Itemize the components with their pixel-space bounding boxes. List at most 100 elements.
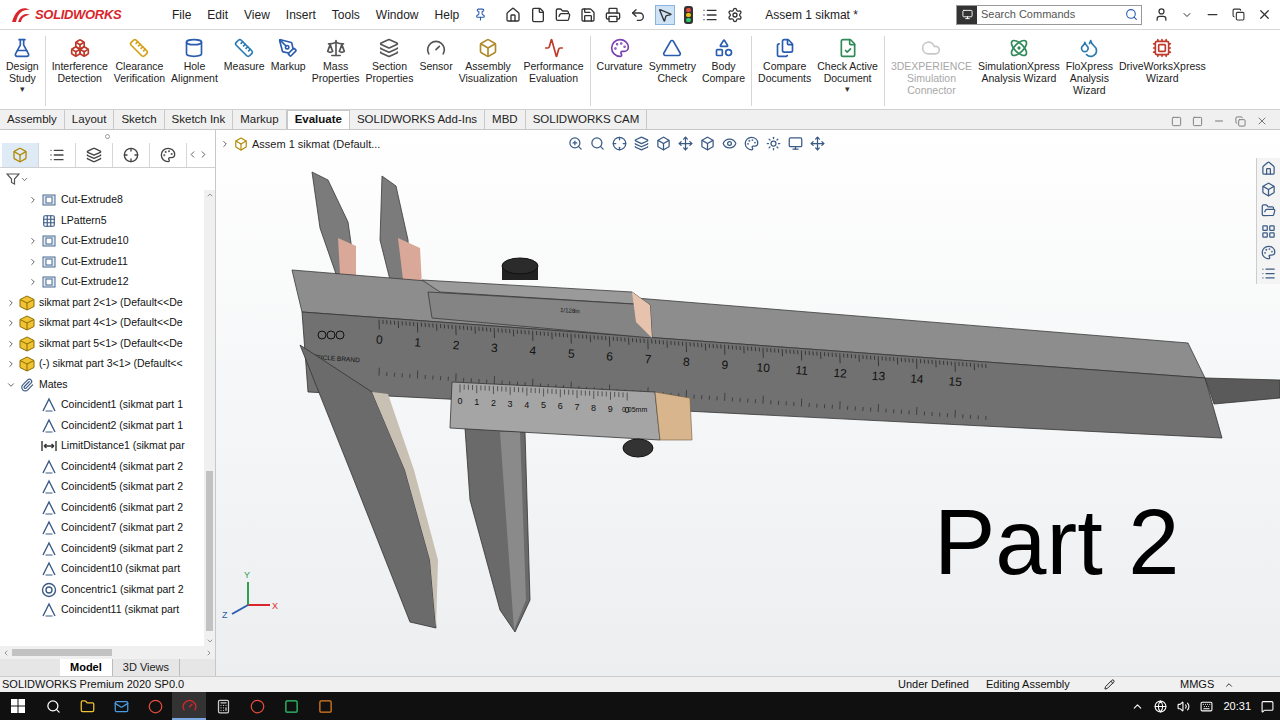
menu-item[interactable]: Help bbox=[428, 6, 467, 24]
ribbon-button[interactable]: Measure bbox=[221, 36, 268, 72]
taskbar-app-icon[interactable] bbox=[70, 692, 104, 720]
clock[interactable]: 20:31 bbox=[1223, 698, 1251, 715]
search-icon[interactable] bbox=[1122, 8, 1141, 21]
start-button[interactable] bbox=[0, 699, 36, 713]
menu-item[interactable]: Insert bbox=[279, 6, 323, 24]
view-tool-icon[interactable] bbox=[700, 136, 715, 151]
menu-item[interactable]: Edit bbox=[200, 6, 235, 24]
task-pane-icon[interactable] bbox=[1261, 161, 1276, 176]
pin-icon[interactable] bbox=[474, 8, 487, 21]
panel-tab-icon[interactable] bbox=[39, 143, 76, 167]
tree-item[interactable]: Coincident4 (sikmat part 2 bbox=[0, 457, 204, 478]
tree-item[interactable]: Coincident7 (sikmat part 2 bbox=[0, 518, 204, 539]
tree-item[interactable]: Concentric1 (sikmat part 2 bbox=[0, 580, 204, 601]
volume-icon[interactable] bbox=[1177, 700, 1190, 713]
taskbar-app-icon[interactable] bbox=[308, 692, 342, 720]
graphics-area[interactable]: 0123456789101112131415TRICLE BRAND1/128i… bbox=[216, 130, 1280, 676]
tree-item[interactable]: (-) sikmat part 3<1> (Default<< bbox=[0, 354, 204, 375]
menu-item[interactable]: View bbox=[237, 6, 277, 24]
close-icon[interactable] bbox=[1257, 7, 1272, 22]
view-tool-icon[interactable] bbox=[612, 136, 627, 151]
view-tool-icon[interactable] bbox=[568, 136, 583, 151]
tree-item[interactable]: Coincident11 (sikmat part bbox=[0, 600, 204, 621]
task-pane-icon[interactable] bbox=[1261, 266, 1276, 281]
quick-access-icon[interactable] bbox=[630, 7, 646, 23]
doc-restore-icon[interactable] bbox=[1235, 116, 1246, 127]
quick-access-icon[interactable] bbox=[530, 7, 546, 23]
bottom-tab[interactable]: Model bbox=[60, 659, 113, 676]
tree-item[interactable]: LPattern5 bbox=[0, 211, 204, 232]
quick-access-icon[interactable] bbox=[655, 5, 675, 25]
view-tool-icon[interactable] bbox=[744, 136, 759, 151]
tree-item[interactable]: Cut-Extrude8 bbox=[0, 190, 204, 211]
quick-access-icon[interactable] bbox=[580, 7, 596, 23]
view-tool-icon[interactable] bbox=[590, 136, 605, 151]
keyboard-icon[interactable] bbox=[1200, 700, 1213, 713]
expand-icon[interactable] bbox=[6, 359, 16, 369]
panel-tab-icon[interactable] bbox=[113, 143, 150, 167]
panel-tab-icon[interactable] bbox=[76, 143, 113, 167]
filter-icon[interactable] bbox=[6, 172, 20, 186]
ribbon-button[interactable]: CompareDocuments bbox=[755, 36, 814, 84]
view-tool-icon[interactable] bbox=[766, 136, 781, 151]
menu-item[interactable]: File bbox=[165, 6, 198, 24]
quick-access-icon[interactable] bbox=[605, 7, 621, 23]
ribbon-button[interactable]: FloXpressAnalysisWizard bbox=[1063, 36, 1116, 96]
scroll-right-icon[interactable] bbox=[198, 149, 209, 160]
ribbon-button[interactable]: SymmetryCheck bbox=[646, 36, 699, 84]
view-tool-icon[interactable] bbox=[810, 136, 825, 151]
traffic-light-icon[interactable] bbox=[684, 6, 693, 24]
tree-item[interactable]: Coincident1 (sikmat part 1 bbox=[0, 395, 204, 416]
ribbon-button[interactable]: Check ActiveDocument▾ bbox=[814, 36, 881, 94]
menu-item[interactable]: Tools bbox=[325, 6, 367, 24]
taskbar-app-icon[interactable] bbox=[206, 692, 240, 720]
command-tab[interactable]: MBD bbox=[485, 110, 526, 129]
lock-wheel[interactable] bbox=[623, 439, 653, 457]
moving-lower-jaw[interactable] bbox=[465, 428, 530, 632]
ribbon-button[interactable]: Sensor bbox=[416, 36, 455, 72]
expand-icon[interactable] bbox=[28, 257, 38, 267]
task-pane-icon[interactable] bbox=[1261, 182, 1276, 197]
thumb-wheel[interactable] bbox=[502, 258, 538, 274]
ribbon-button[interactable]: PerformanceEvaluation bbox=[520, 36, 586, 84]
panel-handle-icon[interactable] bbox=[105, 134, 110, 139]
units-menu-icon[interactable] bbox=[1224, 680, 1280, 690]
notifications-icon[interactable] bbox=[1261, 700, 1274, 713]
vertical-scrollbar[interactable] bbox=[204, 190, 215, 646]
command-tab[interactable]: SOLIDWORKS CAM bbox=[526, 110, 648, 129]
doc-minimize-icon[interactable] bbox=[1213, 115, 1225, 127]
expand-icon[interactable] bbox=[28, 277, 38, 287]
taskbar-app-icon[interactable] bbox=[240, 692, 274, 720]
options-icon[interactable] bbox=[727, 7, 743, 23]
unit-system[interactable]: MMGS bbox=[1180, 676, 1224, 693]
command-tab[interactable]: Assembly bbox=[0, 110, 65, 129]
ribbon-button[interactable]: SimulationXpressAnalysis Wizard bbox=[975, 36, 1063, 84]
tree-item[interactable]: Coincident5 (sikmat part 2 bbox=[0, 477, 204, 498]
tree-item[interactable]: sikmat part 4<1> (Default<<De bbox=[0, 313, 204, 334]
ribbon-button[interactable]: InterferenceDetection bbox=[49, 36, 111, 84]
ribbon-button[interactable]: Markup bbox=[268, 36, 309, 72]
tree-item[interactable]: Mates bbox=[0, 375, 204, 396]
doc-close-icon[interactable] bbox=[1256, 115, 1268, 127]
minimize-icon[interactable] bbox=[1205, 7, 1220, 22]
tree-item[interactable]: Cut-Extrude11 bbox=[0, 252, 204, 273]
tile-left-icon[interactable] bbox=[1171, 116, 1182, 127]
view-tool-icon[interactable] bbox=[788, 136, 803, 151]
tree-item[interactable]: LimitDistance1 (sikmat par bbox=[0, 436, 204, 457]
ribbon-button[interactable]: 3DEXPERIENCESimulationConnector bbox=[888, 36, 975, 96]
panel-tab-icon[interactable] bbox=[150, 143, 187, 167]
caliper-model[interactable]: 0123456789101112131415TRICLE BRAND1/128i… bbox=[216, 130, 1280, 676]
task-pane-icon[interactable] bbox=[1261, 203, 1276, 218]
command-tab[interactable]: Markup bbox=[233, 110, 286, 129]
ribbon-button[interactable]: MassProperties bbox=[309, 36, 363, 84]
tree-item[interactable]: Coincident10 (sikmat part bbox=[0, 559, 204, 580]
taskbar-app-icon[interactable] bbox=[274, 692, 308, 720]
quick-access-icon[interactable] bbox=[555, 7, 571, 23]
expand-icon[interactable] bbox=[6, 298, 16, 308]
horizontal-scrollbar[interactable] bbox=[0, 646, 215, 659]
vernier-plate[interactable] bbox=[450, 382, 660, 440]
tree-item[interactable]: Coincident2 (sikmat part 1 bbox=[0, 416, 204, 437]
command-tab[interactable]: Sketch bbox=[114, 110, 164, 129]
tray-chevron-icon[interactable] bbox=[1131, 700, 1144, 713]
collapse-icon[interactable] bbox=[6, 380, 16, 390]
